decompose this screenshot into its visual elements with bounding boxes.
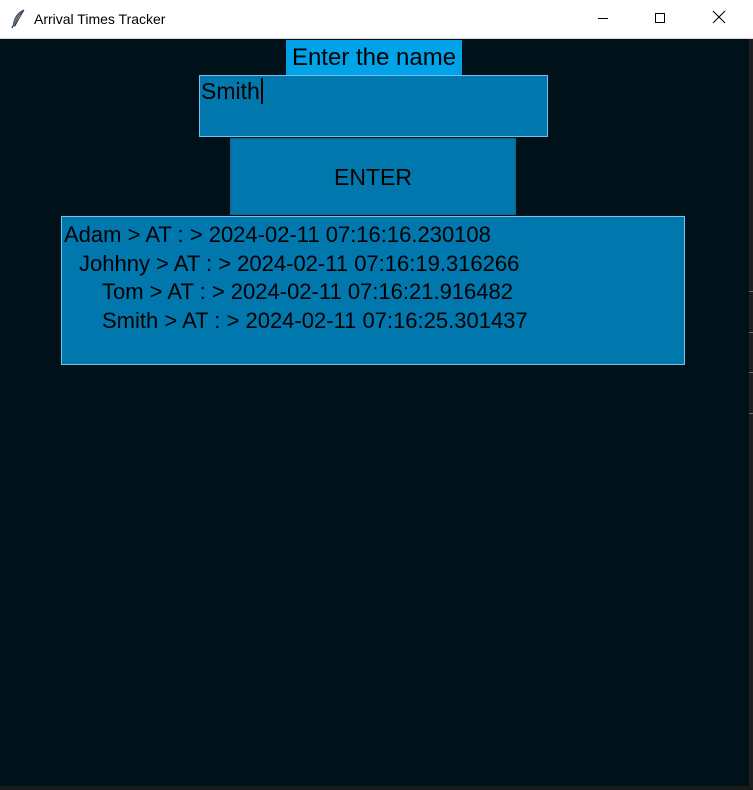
maximize-button[interactable] bbox=[630, 0, 689, 39]
client-area: Enter the name Smith ENTER Adam > AT : >… bbox=[0, 39, 749, 790]
minimize-button[interactable] bbox=[573, 0, 632, 39]
close-button[interactable] bbox=[689, 0, 748, 39]
arrival-entry: Smith > AT : > 2024-02-11 07:16:25.30143… bbox=[102, 307, 528, 333]
close-icon bbox=[712, 10, 726, 29]
window-title: Arrival Times Tracker bbox=[34, 11, 166, 27]
background-window-bottom-edge bbox=[0, 786, 753, 790]
maximize-icon bbox=[654, 11, 666, 29]
arrival-entry: Tom > AT : > 2024-02-11 07:16:21.916482 bbox=[102, 279, 513, 304]
enter-name-label: Enter the name bbox=[286, 40, 462, 75]
feather-icon bbox=[10, 9, 28, 29]
enter-button[interactable]: ENTER bbox=[230, 138, 516, 215]
arrival-entry: Adam > AT : > 2024-02-11 07:16:16.230108 bbox=[64, 222, 491, 247]
arrival-entry: Johhny > AT : > 2024-02-11 07:16:19.3162… bbox=[79, 250, 520, 276]
name-input-value: Smith bbox=[201, 78, 260, 104]
minimize-icon bbox=[597, 11, 609, 29]
app-window: Arrival Times Tracker Enter the name Smi… bbox=[0, 0, 753, 790]
title-bar[interactable]: Arrival Times Tracker bbox=[0, 0, 753, 39]
text-cursor bbox=[260, 78, 263, 104]
name-input[interactable]: Smith bbox=[199, 75, 548, 137]
arrivals-list: Adam > AT : > 2024-02-11 07:16:16.230108… bbox=[61, 216, 685, 365]
background-window-edge bbox=[749, 39, 753, 790]
